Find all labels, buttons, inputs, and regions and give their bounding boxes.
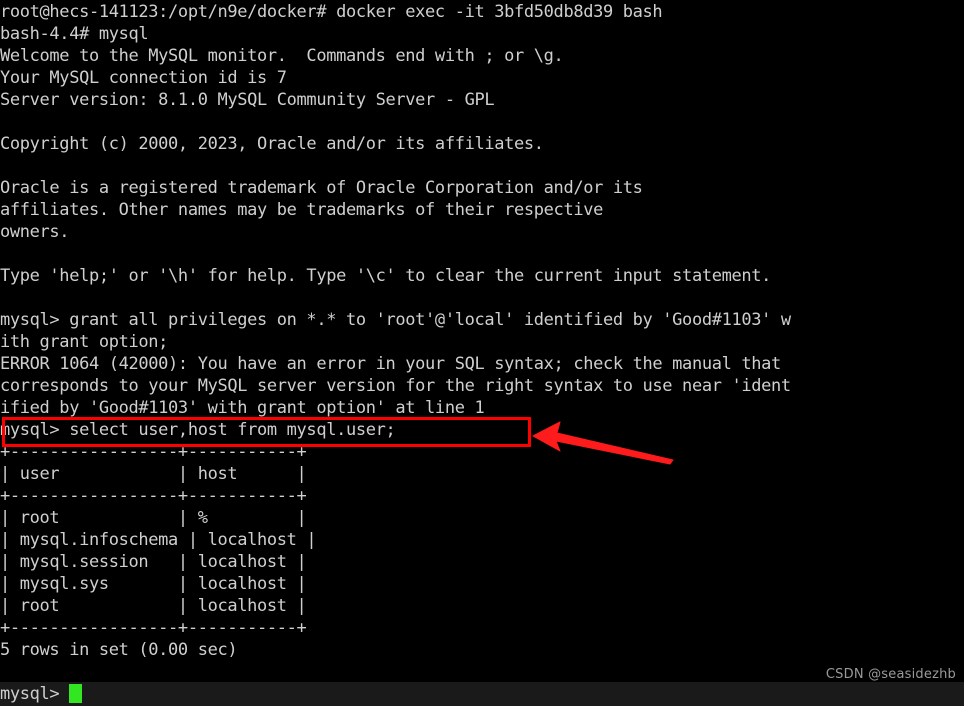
terminal-line: ified by 'Good#1103' with grant option' …	[0, 398, 485, 418]
terminal-line: mysql> grant all privileges on *.* to 'r…	[0, 310, 791, 330]
terminal-line: | mysql.session | localhost |	[0, 552, 307, 572]
terminal-line: Copyright (c) 2000, 2023, Oracle and/or …	[0, 134, 544, 154]
terminal-line: Type 'help;' or '\h' for help. Type '\c'…	[0, 266, 772, 286]
terminal-window[interactable]: root@hecs-141123:/opt/n9e/docker# docker…	[0, 0, 964, 706]
terminal-line: mysql> select user,host from mysql.user;	[0, 420, 396, 440]
terminal-line: ith grant option;	[0, 332, 169, 352]
terminal-line: Server version: 8.1.0 MySQL Community Se…	[0, 90, 495, 110]
terminal-output: root@hecs-141123:/opt/n9e/docker# docker…	[0, 1, 964, 683]
terminal-line: owners.	[0, 222, 70, 242]
terminal-line: Oracle is a registered trademark of Orac…	[0, 178, 643, 198]
terminal-line: 5 rows in set (0.00 sec)	[0, 640, 238, 660]
watermark-text: CSDN @seasidezhb	[825, 667, 956, 682]
terminal-line: bash-4.4# mysql	[0, 24, 149, 44]
terminal-line: | root | localhost |	[0, 596, 307, 616]
text-cursor	[69, 684, 83, 703]
terminal-line: corresponds to your MySQL server version…	[0, 376, 791, 396]
terminal-line: Welcome to the MySQL monitor. Commands e…	[0, 46, 564, 66]
terminal-line: root@hecs-141123:/opt/n9e/docker# docker…	[0, 2, 663, 22]
bottom-status-strip	[0, 682, 964, 706]
terminal-line: | root | % |	[0, 508, 307, 528]
terminal-line: ERROR 1064 (42000): You have an error in…	[0, 354, 781, 374]
terminal-line: | mysql.sys | localhost |	[0, 574, 307, 594]
terminal-line: | user | host |	[0, 464, 307, 484]
terminal-line: +-----------------+-----------+	[0, 442, 307, 462]
command-prompt[interactable]: mysql>	[0, 683, 83, 705]
terminal-line: +-----------------+-----------+	[0, 486, 307, 506]
terminal-line: +-----------------+-----------+	[0, 618, 307, 638]
terminal-line: affiliates. Other names may be trademark…	[0, 200, 603, 220]
terminal-line: Your MySQL connection id is 7	[0, 68, 287, 88]
prompt-label: mysql>	[0, 684, 70, 704]
terminal-line: | mysql.infoschema | localhost |	[0, 530, 317, 550]
